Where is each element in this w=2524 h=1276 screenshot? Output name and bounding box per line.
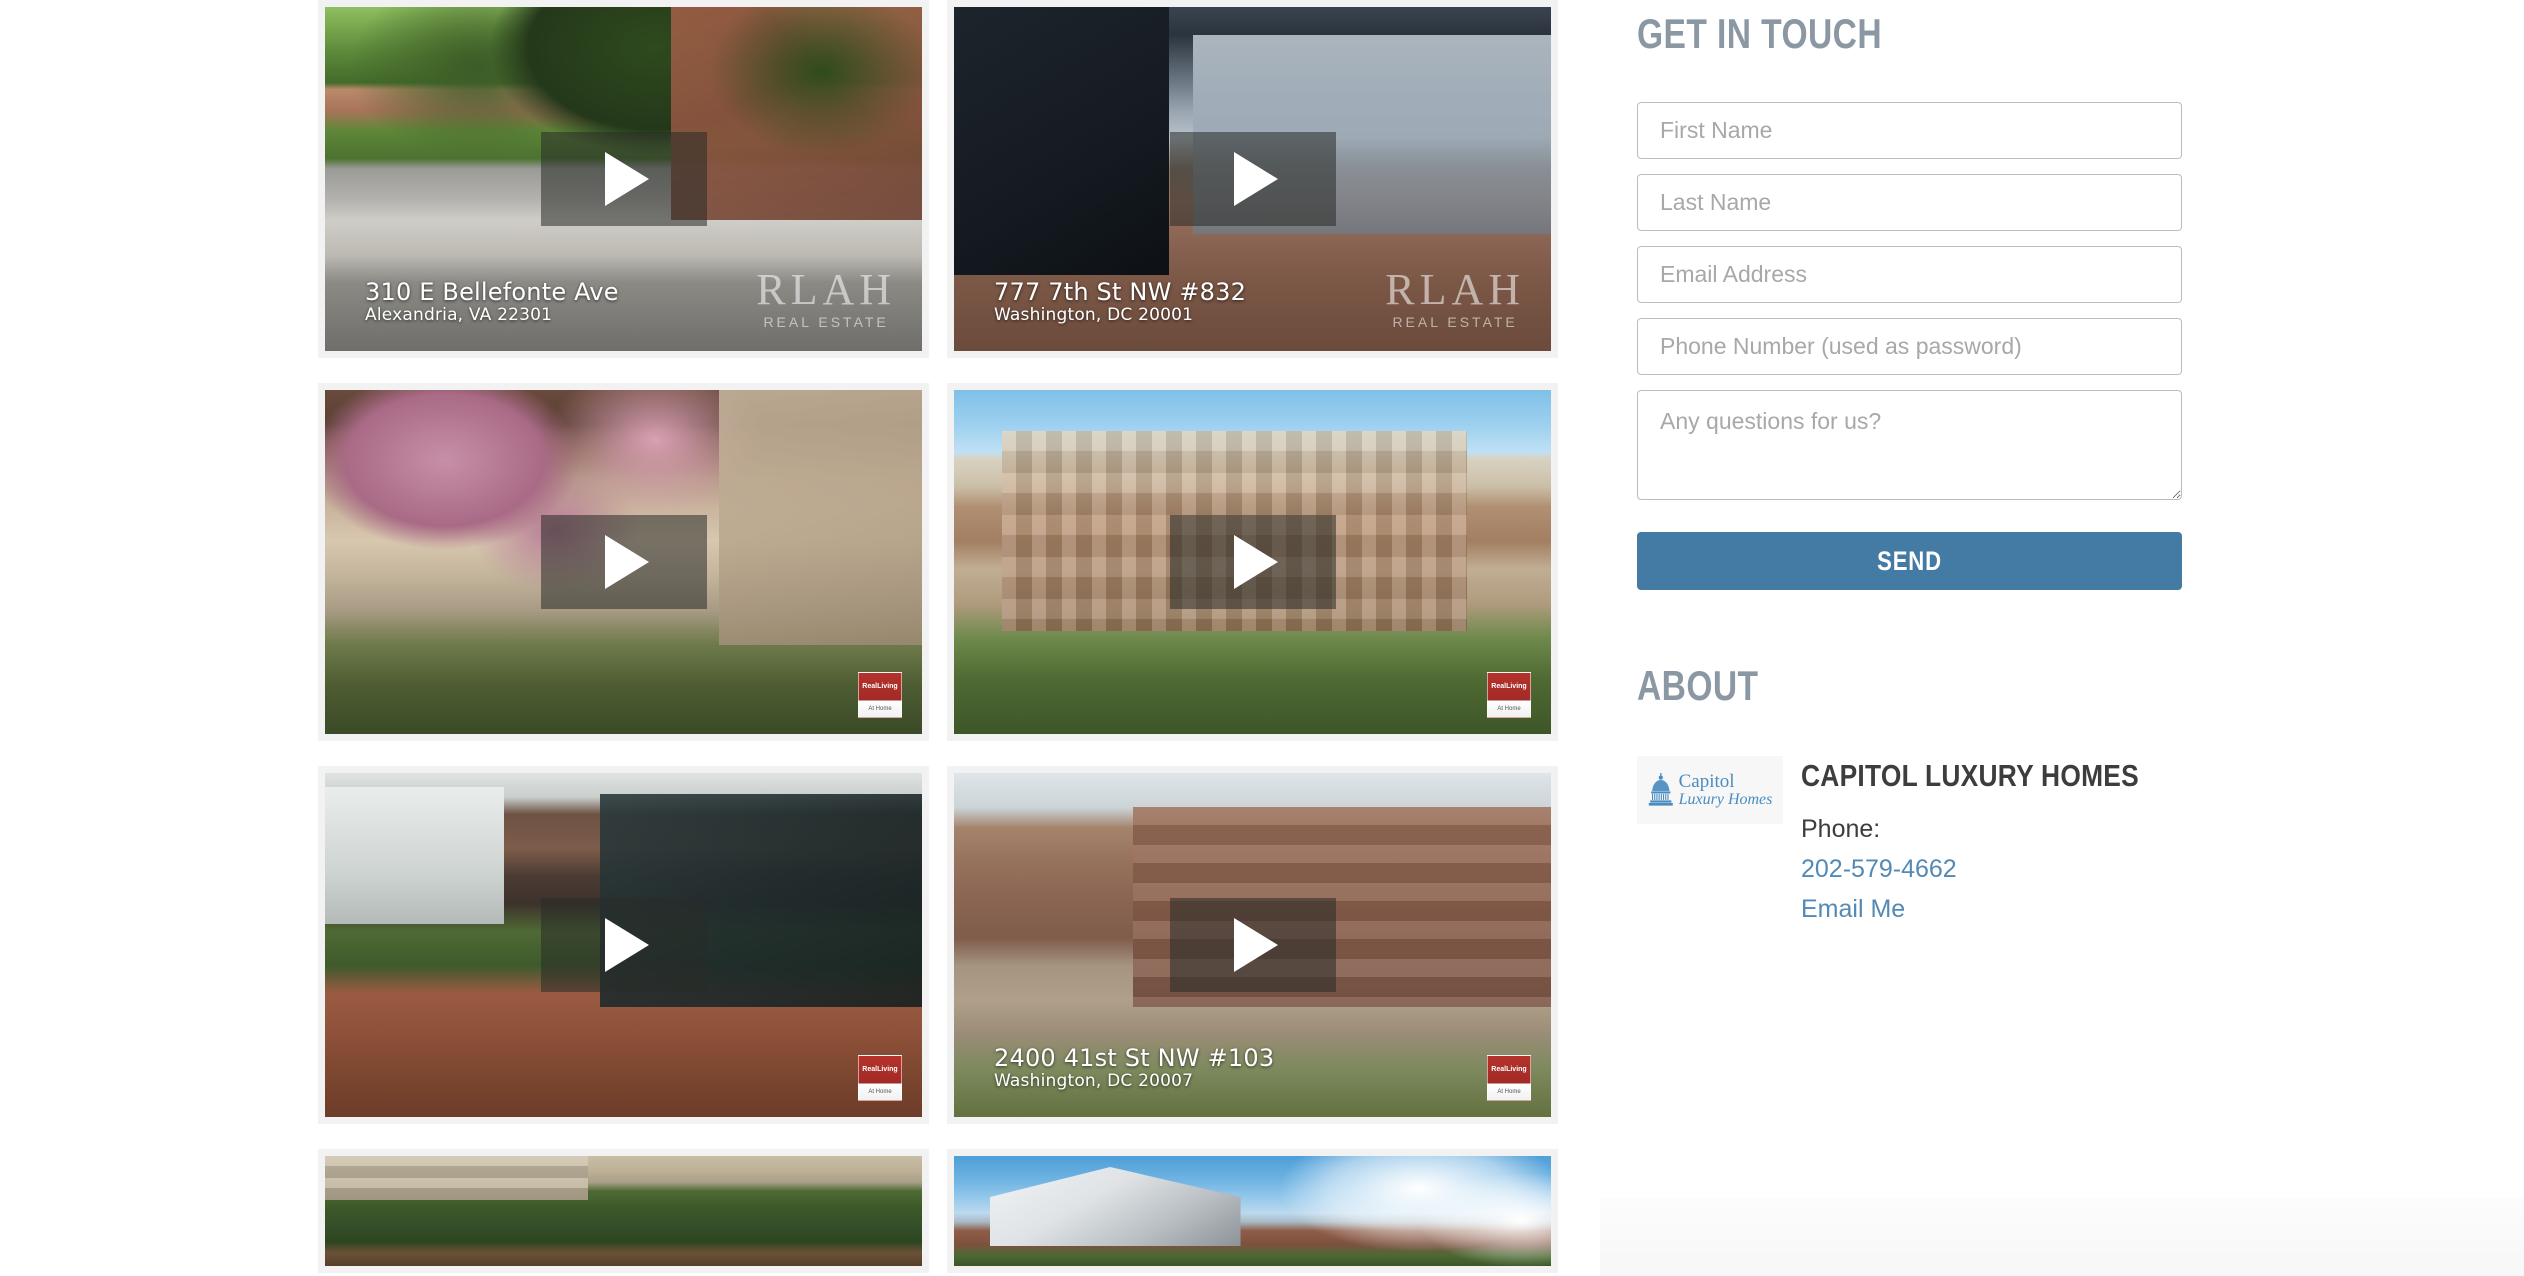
video-card[interactable]: RealLiving At Home bbox=[318, 383, 929, 741]
logo-word-luxury-homes: Luxury Homes bbox=[1678, 791, 1773, 808]
play-button[interactable] bbox=[1169, 515, 1336, 609]
video-card[interactable]: RealLiving At Home bbox=[318, 766, 929, 1124]
logo-word-capitol: Capitol bbox=[1678, 771, 1735, 792]
play-icon bbox=[604, 918, 649, 972]
video-gallery: 310 E Bellefonte Ave Alexandria, VA 22301… bbox=[318, 0, 1558, 1276]
first-name-input[interactable] bbox=[1637, 102, 2182, 159]
video-thumbnail[interactable]: 310 E Bellefonte Ave Alexandria, VA 22301… bbox=[325, 7, 922, 351]
phone-number-link[interactable]: 202-579-4662 bbox=[1801, 855, 2197, 884]
property-photo bbox=[325, 1156, 922, 1266]
video-row: 310 E Bellefonte Ave Alexandria, VA 22301… bbox=[318, 0, 1558, 358]
company-name: CAPITOL LUXURY HOMES bbox=[1801, 758, 2139, 793]
play-icon bbox=[1233, 918, 1278, 972]
video-card[interactable]: 2400 41st St NW #103 Washington, DC 20007… bbox=[947, 766, 1558, 1124]
last-name-input[interactable] bbox=[1637, 174, 2182, 231]
play-button[interactable] bbox=[540, 515, 707, 609]
play-button[interactable] bbox=[1169, 898, 1336, 992]
play-icon bbox=[1233, 152, 1278, 206]
video-card[interactable] bbox=[947, 1149, 1558, 1273]
video-card[interactable]: 777 7th St NW #832 Washington, DC 20001 RL… bbox=[947, 0, 1558, 358]
video-card[interactable]: RealLiving At Home bbox=[947, 383, 1558, 741]
contact-form: SEND bbox=[1637, 102, 2197, 590]
email-me-link[interactable]: Email Me bbox=[1801, 895, 2197, 924]
about-heading: ABOUT bbox=[1637, 662, 1759, 709]
capitol-dome-icon bbox=[1648, 773, 1673, 806]
play-icon bbox=[1233, 535, 1278, 589]
play-icon bbox=[604, 152, 649, 206]
play-button[interactable] bbox=[540, 898, 707, 992]
phone-label: Phone: bbox=[1801, 814, 1881, 843]
video-thumbnail[interactable]: RealLiving At Home bbox=[325, 390, 922, 734]
message-textarea[interactable] bbox=[1637, 390, 2182, 500]
sidebar: GET IN TOUCH SEND ABOUT bbox=[1637, 0, 2197, 1276]
video-thumbnail[interactable]: 777 7th St NW #832 Washington, DC 20001 RL… bbox=[954, 7, 1551, 351]
about-section: ABOUT Capitol Luxury Homes CAPITOL LUXUR… bbox=[1637, 662, 2197, 924]
play-button[interactable] bbox=[540, 132, 707, 226]
email-input[interactable] bbox=[1637, 246, 2182, 303]
video-row: RealLiving At Home RealLiving At Home bbox=[318, 383, 1558, 741]
about-body: Capitol Luxury Homes CAPITOL LUXURY HOME… bbox=[1637, 756, 2197, 924]
get-in-touch-heading: GET IN TOUCH bbox=[1637, 10, 1882, 57]
video-thumbnail[interactable] bbox=[325, 1156, 922, 1266]
property-photo bbox=[954, 1156, 1551, 1266]
play-icon bbox=[604, 535, 649, 589]
video-thumbnail[interactable]: RealLiving At Home bbox=[325, 773, 922, 1117]
video-card[interactable]: 310 E Bellefonte Ave Alexandria, VA 22301… bbox=[318, 0, 929, 358]
page-root: 310 E Bellefonte Ave Alexandria, VA 22301… bbox=[0, 0, 2524, 1276]
video-thumbnail[interactable]: RealLiving At Home bbox=[954, 390, 1551, 734]
video-thumbnail[interactable]: 2400 41st St NW #103 Washington, DC 20007… bbox=[954, 773, 1551, 1117]
video-row bbox=[318, 1149, 1558, 1273]
company-logo: Capitol Luxury Homes bbox=[1637, 756, 1783, 824]
video-thumbnail[interactable] bbox=[954, 1156, 1551, 1266]
send-button[interactable]: SEND bbox=[1637, 532, 2182, 590]
video-card[interactable] bbox=[318, 1149, 929, 1273]
play-button[interactable] bbox=[1169, 132, 1336, 226]
about-text: CAPITOL LUXURY HOMES Phone: 202-579-4662… bbox=[1801, 756, 2197, 924]
video-row: RealLiving At Home 2400 41st St NW #103 Was… bbox=[318, 766, 1558, 1124]
phone-input[interactable] bbox=[1637, 318, 2182, 375]
send-button-label: SEND bbox=[1877, 545, 1942, 576]
